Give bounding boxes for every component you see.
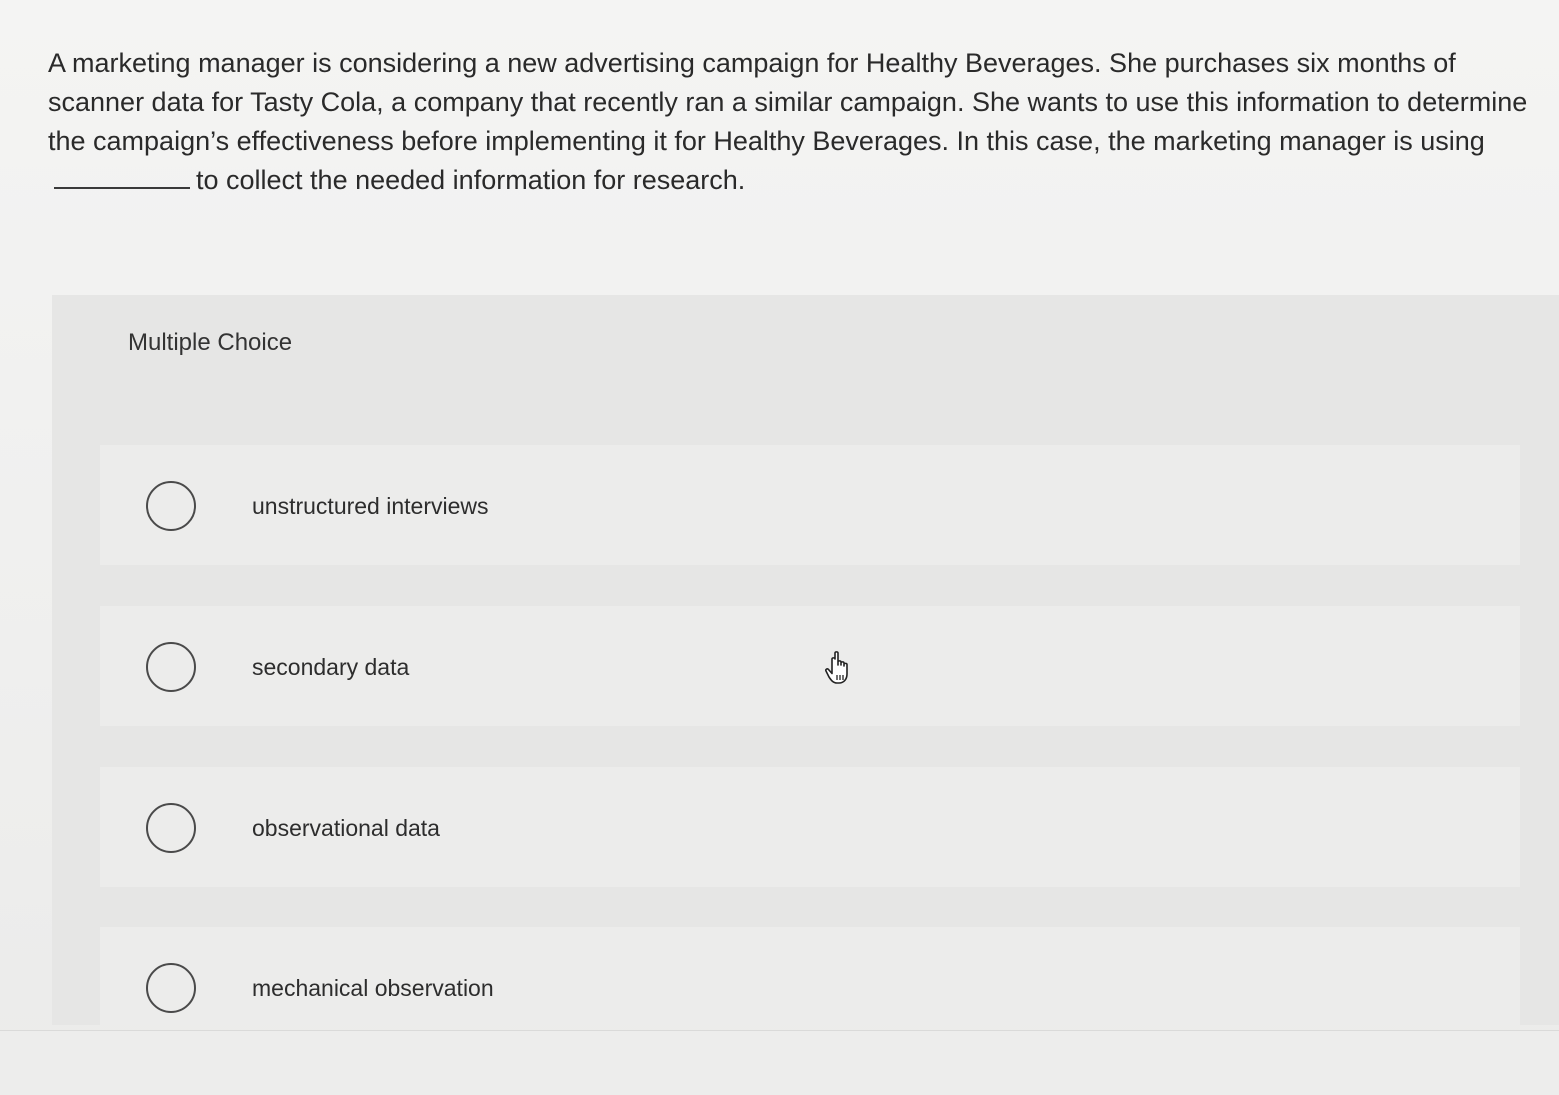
hand-pointer-icon <box>825 651 848 684</box>
question-text: A marketing manager is considering a new… <box>48 44 1538 200</box>
multiple-choice-panel: Multiple Choice unstructured interviews … <box>52 295 1559 1025</box>
bottom-strip <box>0 1030 1559 1095</box>
radio-circle-icon[interactable] <box>146 642 196 692</box>
answer-blank <box>54 163 190 189</box>
option-label: secondary data <box>252 654 410 680</box>
option-unstructured-interviews[interactable]: unstructured interviews <box>100 445 1520 565</box>
option-label: unstructured interviews <box>252 493 489 519</box>
radio-circle-icon[interactable] <box>146 803 196 853</box>
option-mechanical-observation[interactable]: mechanical observation <box>100 927 1520 1025</box>
option-observational-data[interactable]: observational data <box>100 767 1520 887</box>
question-text-before: A marketing manager is considering a new… <box>48 48 1528 156</box>
option-label: mechanical observation <box>252 975 494 1001</box>
option-label: observational data <box>252 815 440 841</box>
radio-circle-icon[interactable] <box>146 963 196 1013</box>
multiple-choice-title: Multiple Choice <box>128 329 293 356</box>
radio-circle-icon[interactable] <box>146 481 196 531</box>
page: A marketing manager is considering a new… <box>0 0 1559 1095</box>
option-secondary-data[interactable]: secondary data <box>100 606 1520 726</box>
question-text-after: to collect the needed information for re… <box>196 165 746 195</box>
